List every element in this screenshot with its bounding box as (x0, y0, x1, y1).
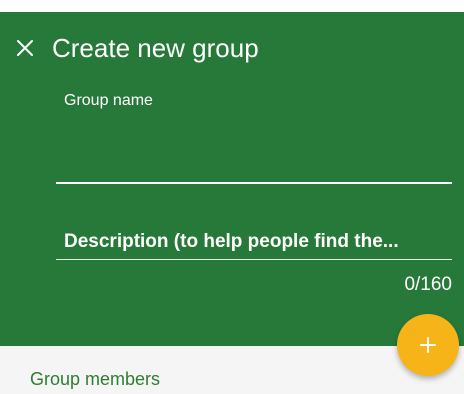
group-name-input[interactable] (56, 112, 452, 184)
group-name-label: Group name (64, 92, 153, 109)
close-icon (17, 40, 33, 56)
close-button[interactable] (12, 35, 38, 61)
top-strip (0, 0, 464, 12)
group-members-title: Group members (30, 369, 161, 389)
add-member-button[interactable] (397, 314, 459, 376)
page-title: Create new group (52, 33, 259, 63)
character-counter: 0/160 (404, 274, 452, 295)
description-input[interactable]: Description (to help people find the... (56, 224, 452, 260)
plus-icon (420, 337, 436, 353)
create-group-screen: Create new group Group name Description … (0, 0, 464, 394)
